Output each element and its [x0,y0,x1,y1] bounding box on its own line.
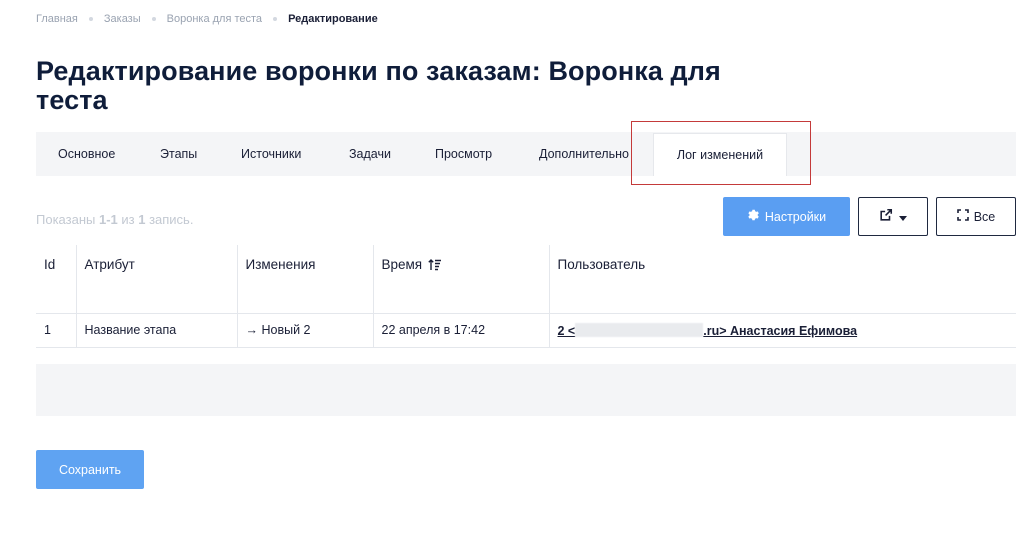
table-footer-panel [36,364,1016,416]
sort-icon[interactable] [428,259,442,274]
page-title: Редактирование воронки по заказам: Ворон… [36,56,721,115]
cell-change: → Новый 2 [236,312,374,348]
tab-tasks[interactable]: Задачи [349,132,391,176]
cell-user: 2 < .ru> Анастасия Ефимова [548,312,1016,348]
settings-button-label: Настройки [764,209,827,224]
external-link-icon [879,208,893,225]
column-header-changes[interactable]: Изменения [236,245,374,314]
export-button[interactable] [858,197,928,236]
tab-additional[interactable]: Дополнительно [539,132,629,176]
breadcrumb-current: Редактирование [288,13,378,25]
column-header-time[interactable]: Время [372,245,550,314]
gear-icon [747,209,759,224]
summary-text: Показаны 1-1 из 1 запись. [36,212,194,227]
expand-icon [956,209,969,224]
user-link[interactable]: 2 < .ru> Анастасия Ефимова [558,322,857,338]
change-log-table: Id Атрибут Изменения Время Пользователь … [36,245,1016,348]
show-all-button[interactable]: Все [936,197,1016,236]
cell-id: 1 [36,312,77,348]
tab-main[interactable]: Основное [58,132,115,176]
tab-preview[interactable]: Просмотр [435,132,492,176]
tab-change-log[interactable]: Лог изменений [653,133,787,176]
column-header-id[interactable]: Id [36,245,77,314]
column-header-time-label: Время [381,257,423,272]
cell-attribute: Название этапа [75,312,238,348]
breadcrumb-orders[interactable]: Заказы [104,13,141,25]
save-button[interactable]: Сохранить [36,450,144,489]
tab-bar: Основное Этапы Источники Задачи Просмотр… [36,132,1016,176]
breadcrumb-separator [151,17,156,21]
breadcrumb-home[interactable]: Главная [36,13,78,25]
breadcrumb-funnel[interactable]: Воронка для теста [167,13,262,25]
table-row: 1 Название этапа → Новый 2 22 апреля в 1… [36,312,1016,348]
table-header-row: Id Атрибут Изменения Время Пользователь [36,245,1016,314]
tab-stages[interactable]: Этапы [160,132,197,176]
breadcrumb-separator [273,17,278,21]
breadcrumb: Главная Заказы Воронка для теста Редакти… [36,13,378,25]
show-all-label: Все [973,209,996,224]
tab-sources[interactable]: Источники [241,132,301,176]
settings-button[interactable]: Настройки [723,197,850,236]
breadcrumb-separator [88,17,93,21]
redacted-email [575,322,704,337]
column-header-user[interactable]: Пользователь [548,245,1016,314]
column-header-attribute[interactable]: Атрибут [75,245,238,314]
caret-down-icon [899,210,907,224]
cell-time: 22 апреля в 17:42 [372,312,550,348]
